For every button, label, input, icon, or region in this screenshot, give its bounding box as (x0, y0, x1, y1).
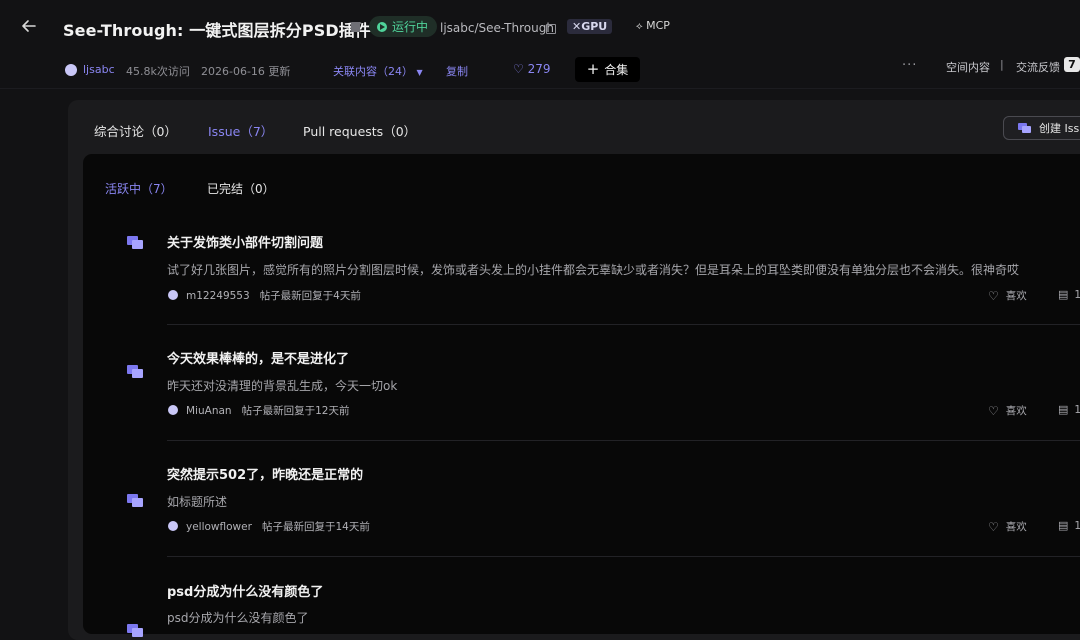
like-label: 喜欢 (1005, 405, 1027, 417)
plus-icon: + (586, 60, 600, 78)
issue-excerpt[interactable]: 如标题所述 (167, 493, 227, 510)
header-divider (0, 88, 1080, 89)
issue-icon (127, 494, 143, 507)
issue-excerpt[interactable]: psd分成为什么没有颜色了 (167, 609, 309, 626)
heart-icon: ♡ (988, 519, 999, 534)
play-icon (377, 21, 387, 32)
feedback-link[interactable]: 交流反馈 (1016, 59, 1060, 75)
document-icon[interactable] (351, 22, 360, 32)
tab-discussion[interactable]: 综合讨论（0） (94, 121, 177, 140)
issue-excerpt[interactable]: 昨天还对没清理的背景乱生成，今天一切ok (167, 377, 397, 394)
space-content-link[interactable]: 空间内容 (946, 59, 990, 75)
issue-meta: MiuAnan 帖子最新回复于12天前 (186, 403, 349, 418)
like-button[interactable]: ♡ 喜欢 (988, 519, 1027, 534)
like-label: 喜欢 (1005, 290, 1027, 302)
caret-down-icon: ▼ (416, 68, 423, 77)
chat-icon (1018, 123, 1031, 133)
collection-label: 合集 (604, 63, 629, 77)
like-button[interactable]: ♡ 喜欢 (988, 288, 1027, 303)
avatar[interactable] (168, 521, 178, 531)
page-title: See-Through: 一键式图层拆分PSD插件 (63, 21, 371, 40)
tab-pull-requests[interactable]: Pull requests（0） (303, 121, 416, 140)
issue-meta: yellowflower 帖子最新回复于14天前 (186, 519, 370, 534)
issue-icon (127, 236, 143, 249)
subtab-closed[interactable]: 已完结（0） (207, 180, 275, 197)
comment-count[interactable]: ▤ 1 (1058, 403, 1080, 416)
heart-icon: ♡ (513, 62, 524, 76)
more-icon[interactable]: ··· (902, 58, 917, 73)
comment-icon: ▤ (1058, 519, 1069, 532)
issue-author[interactable]: yellowflower (186, 521, 252, 533)
gpu-label: GPU (581, 20, 608, 33)
like-button[interactable]: ♡ 喜欢 (988, 403, 1027, 418)
issue-author[interactable]: MiuAnan (186, 405, 232, 417)
issue-time: 帖子最新回复于14天前 (261, 521, 370, 533)
gpu-badge: ✕GPU (567, 19, 613, 34)
feedback-count-badge: 7 (1064, 57, 1080, 72)
comment-count-value: 1 (1074, 403, 1080, 416)
divider (167, 440, 1080, 441)
status-label: 运行中 (392, 20, 429, 34)
like-button[interactable]: ♡ 279 (513, 62, 551, 76)
mcp-icon: ⟡ (636, 21, 643, 32)
comment-icon: ▤ (1058, 288, 1069, 301)
issue-title[interactable]: 关于发饰类小部件切割问题 (167, 232, 323, 251)
like-label: 喜欢 (1005, 521, 1027, 533)
heart-icon: ♡ (988, 288, 999, 303)
issue-title[interactable]: 今天效果棒棒的，是不是进化了 (167, 348, 349, 367)
tab-issue[interactable]: Issue（7） (208, 121, 273, 140)
like-count: 279 (527, 62, 551, 76)
visit-count: 45.8k次访问 (126, 65, 190, 78)
add-to-collection-button[interactable]: + 合集 (575, 57, 640, 82)
create-issue-button[interactable]: 创建 Issu (1003, 116, 1080, 140)
mcp-badge[interactable]: ⟡ MCP (636, 19, 670, 32)
issue-list-panel (83, 154, 1080, 634)
avatar[interactable] (168, 405, 178, 415)
related-label: 关联内容（24） (333, 65, 413, 78)
copy-button[interactable]: 复制 (446, 63, 468, 79)
status-badge: 运行中 (369, 16, 438, 37)
repo-link[interactable]: ljsabc/See-Through (440, 21, 554, 35)
issue-title[interactable]: 突然提示502了，昨晚还是正常的 (167, 464, 363, 483)
issue-title[interactable]: psd分成为什么没有颜色了 (167, 581, 323, 600)
updated-date: 2026-06-16 更新 (201, 65, 291, 78)
back-arrow-icon[interactable] (18, 15, 40, 37)
issue-excerpt[interactable]: 试了好几张图片，感觉所有的照片分割图层时候，发饰或者头发上的小挂件都会无辜缺少或… (167, 261, 1019, 278)
mcp-label: MCP (646, 19, 670, 32)
create-issue-label: 创建 Issu (1039, 122, 1080, 135)
comment-icon: ▤ (1058, 403, 1069, 416)
heart-icon: ♡ (988, 403, 999, 418)
divider: | (1000, 58, 1004, 71)
comment-count-value: 1 (1074, 288, 1080, 301)
author-link[interactable]: ljsabc (83, 63, 115, 76)
comment-count-value: 1 (1074, 519, 1080, 532)
issue-icon (127, 365, 143, 378)
divider (167, 556, 1080, 557)
avatar[interactable] (168, 290, 178, 300)
comment-count[interactable]: ▤ 1 (1058, 519, 1080, 532)
related-content-dropdown[interactable]: 关联内容（24） ▼ (333, 63, 423, 79)
subtab-active[interactable]: 活跃中（7） (105, 180, 173, 197)
comment-count[interactable]: ▤ 1 (1058, 288, 1080, 301)
copy-icon[interactable] (546, 24, 556, 34)
issue-meta: m12249553 帖子最新回复于4天前 (186, 288, 361, 303)
issue-icon (127, 624, 143, 637)
issue-time: 帖子最新回复于4天前 (259, 290, 361, 302)
author-avatar[interactable] (65, 64, 77, 76)
divider (167, 324, 1080, 325)
issue-time: 帖子最新回复于12天前 (241, 405, 350, 417)
issue-author[interactable]: m12249553 (186, 290, 250, 302)
